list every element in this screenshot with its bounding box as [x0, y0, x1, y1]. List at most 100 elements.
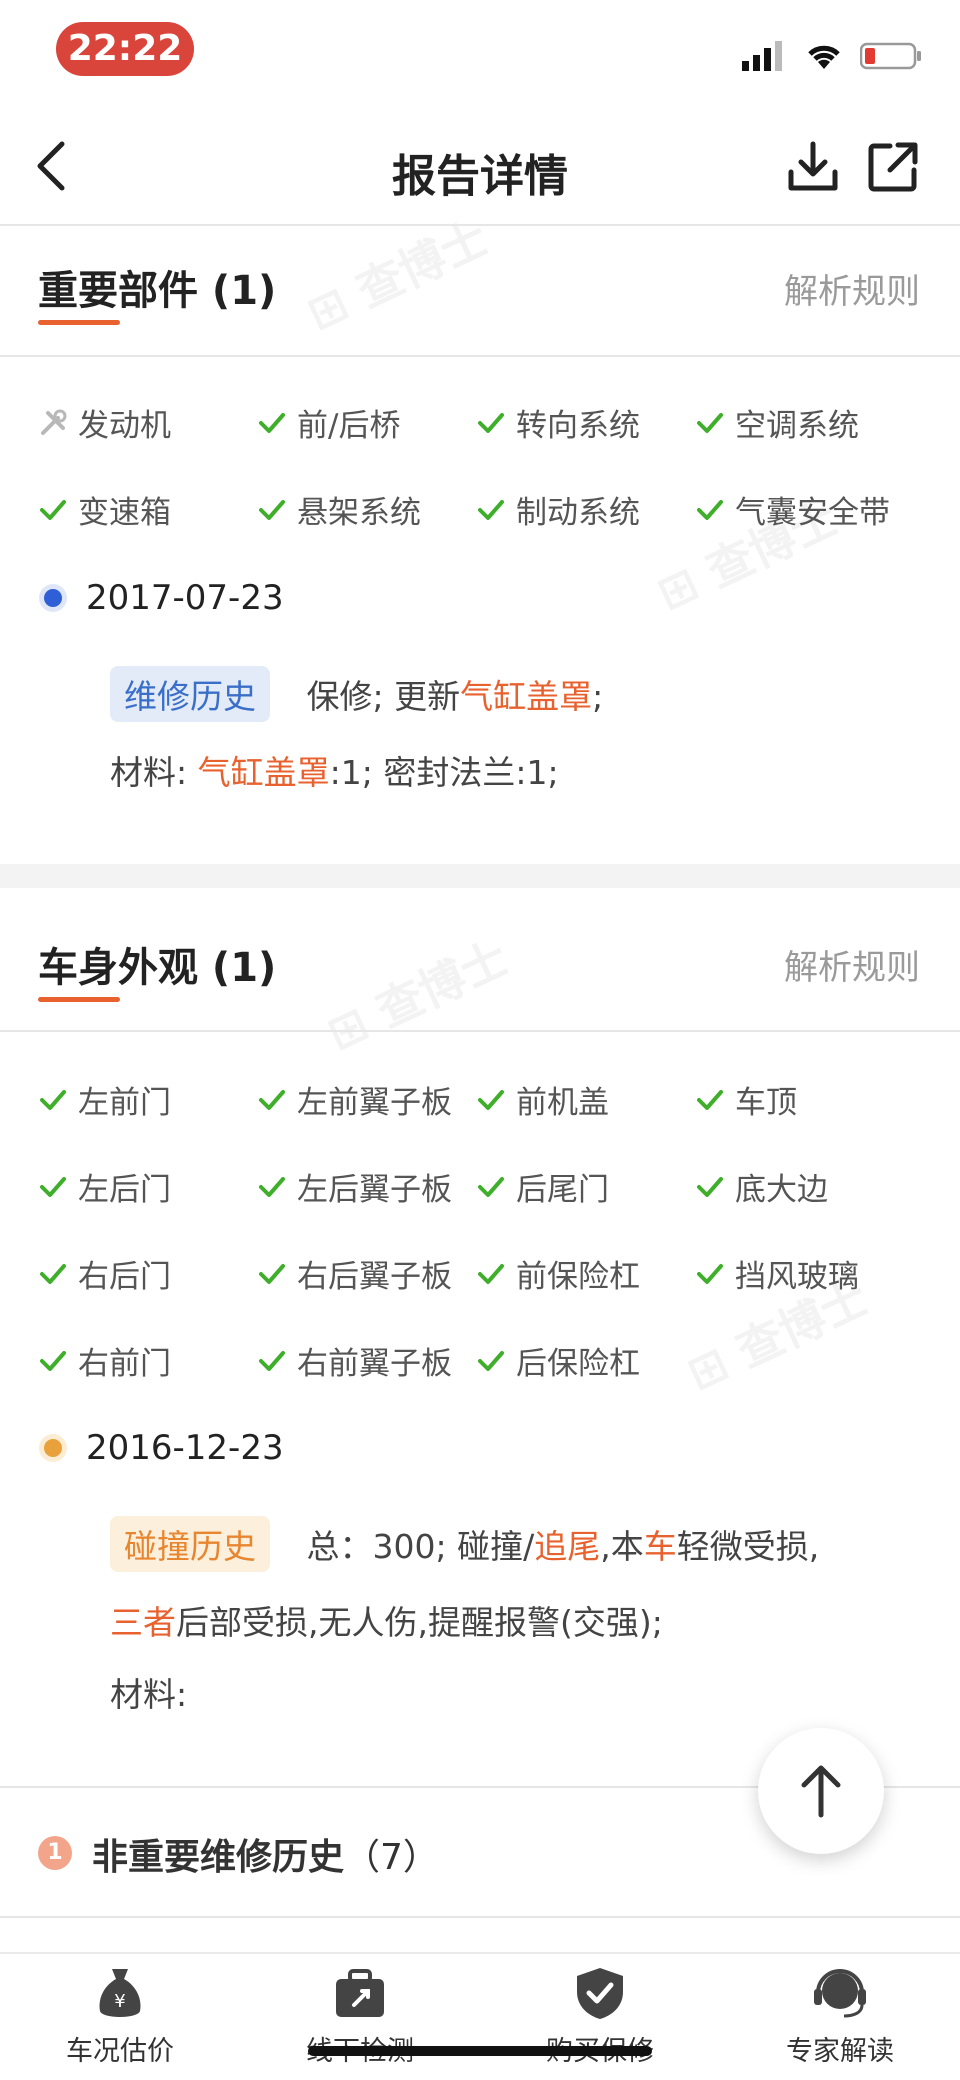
section-gap [0, 864, 960, 888]
body-item: 右前门 [38, 1338, 171, 1383]
body-item-label: 前机盖 [516, 1085, 609, 1121]
body-item: 左后翼子板 [257, 1164, 452, 1209]
timeline-dot [44, 589, 62, 607]
body-item: 左前门 [38, 1077, 171, 1122]
part-item-label: 制动系统 [516, 495, 640, 531]
download-button[interactable] [786, 140, 840, 198]
repair-history-tag: 维修历史 [110, 666, 270, 722]
record-label: 材料: [110, 753, 188, 792]
check-icon [478, 412, 504, 433]
check-icon [697, 412, 723, 433]
section-underline [38, 320, 120, 325]
non-important-title: 非重要维修历史（7） [92, 1828, 439, 1880]
body-item: 车顶 [695, 1077, 797, 1122]
part-item-label: 气囊安全带 [735, 495, 890, 531]
status-time: 22:22 [56, 22, 194, 76]
non-important-title-text: 非重要维修历史 [92, 1837, 345, 1878]
tab-label: 专家解读 [786, 2036, 894, 2067]
share-icon [868, 142, 918, 192]
record-text: ; [592, 677, 604, 716]
money-bag-icon: ¥ [99, 1969, 141, 2017]
record-text: 保修; 更新 [306, 677, 461, 716]
part-item: 悬架系统 [257, 487, 421, 532]
battery-icon [860, 42, 921, 70]
tab-expert-interpretation[interactable]: 专家解读 [760, 1965, 920, 2068]
body-item-label: 右前门 [78, 1346, 171, 1382]
share-button[interactable] [866, 140, 920, 198]
part-item: 气囊安全带 [695, 487, 890, 532]
divider [0, 1916, 960, 1918]
record-text: :1; 密封法兰:1; [329, 753, 559, 792]
body-item: 前机盖 [476, 1077, 609, 1122]
download-icon [788, 141, 838, 191]
check-icon [40, 1350, 66, 1371]
record-date: 2017-07-23 [86, 578, 284, 618]
part-item-label: 前/后桥 [297, 408, 401, 444]
highlight-text: 气缸盖罩 [460, 677, 593, 716]
check-icon [478, 499, 504, 520]
rules-link[interactable]: 解析规则 [784, 264, 920, 313]
check-icon [259, 1176, 285, 1197]
record-text: 轻微受损, [676, 1527, 820, 1566]
part-item-label: 悬架系统 [297, 495, 421, 531]
divider [0, 1030, 960, 1032]
record-line-1: 维修历史 保修; 更新气缸盖罩; [110, 666, 603, 722]
part-item-label: 发动机 [78, 408, 171, 444]
highlight-text: 气缸盖罩 [197, 753, 330, 792]
rules-link[interactable]: 解析规则 [784, 940, 920, 989]
headset-icon [814, 1969, 866, 2018]
part-item: 变速箱 [38, 487, 171, 532]
body-item: 左前翼子板 [257, 1077, 452, 1122]
body-item-label: 后保险杠 [516, 1346, 640, 1382]
body-item-label: 底大边 [735, 1172, 828, 1208]
svg-text:¥: ¥ [114, 1991, 125, 2012]
record-text: 总：300; 碰撞/ [306, 1527, 535, 1566]
check-icon [259, 412, 285, 433]
body-item: 后尾门 [476, 1164, 609, 1209]
check-icon [40, 499, 66, 520]
record-date-row: 2016-12-23 [44, 1428, 284, 1468]
count-badge: 1 [38, 1836, 72, 1870]
body-item: 右后门 [38, 1251, 171, 1296]
tools-icon [41, 409, 67, 435]
part-item: 空调系统 [695, 400, 859, 445]
body-item-label: 挡风玻璃 [735, 1259, 859, 1295]
check-icon [40, 1263, 66, 1284]
body-item-label: 后尾门 [516, 1172, 609, 1208]
record-line-2: 材料: 气缸盖罩:1; 密封法兰:1; [110, 746, 559, 794]
body-item-label: 左前门 [78, 1085, 171, 1121]
body-item: 前保险杠 [476, 1251, 640, 1296]
part-item-label: 转向系统 [516, 408, 640, 444]
tab-label: 车况估价 [66, 2036, 174, 2067]
body-item-label: 车顶 [735, 1085, 797, 1121]
signal-icon [742, 41, 782, 71]
body-item-label: 右后翼子板 [297, 1259, 452, 1295]
section-title-body: 车身外观 (1) [38, 945, 277, 991]
check-icon [259, 1089, 285, 1110]
divider [0, 224, 960, 226]
body-item: 挡风玻璃 [695, 1251, 859, 1296]
body-item: 右后翼子板 [257, 1251, 452, 1296]
tab-valuation[interactable]: ¥ 车况估价 [40, 1965, 200, 2068]
part-item: 制动系统 [476, 487, 640, 532]
check-icon [697, 1089, 723, 1110]
divider [0, 355, 960, 357]
part-item-engine: 发动机 [38, 400, 171, 445]
check-icon [697, 1176, 723, 1197]
record-text: ,本 [600, 1527, 644, 1566]
body-item-label: 左后门 [78, 1172, 171, 1208]
section-underline [38, 997, 120, 1002]
watermark: ⊞ 查博士 [318, 930, 517, 1061]
scroll-to-top-button[interactable] [758, 1728, 884, 1854]
highlight-text: 车 [643, 1527, 677, 1566]
check-icon [697, 499, 723, 520]
body-item: 左后门 [38, 1164, 171, 1209]
check-icon [259, 499, 285, 520]
record-text: 后部受损,无人伤,提醒报警(交强); [176, 1603, 663, 1642]
body-item-label: 左前翼子板 [297, 1085, 452, 1121]
part-item: 前/后桥 [257, 400, 400, 445]
check-icon [478, 1089, 504, 1110]
part-item-label: 变速箱 [78, 495, 171, 531]
body-item-label: 前保险杠 [516, 1259, 640, 1295]
shield-check-icon [577, 1968, 623, 2019]
